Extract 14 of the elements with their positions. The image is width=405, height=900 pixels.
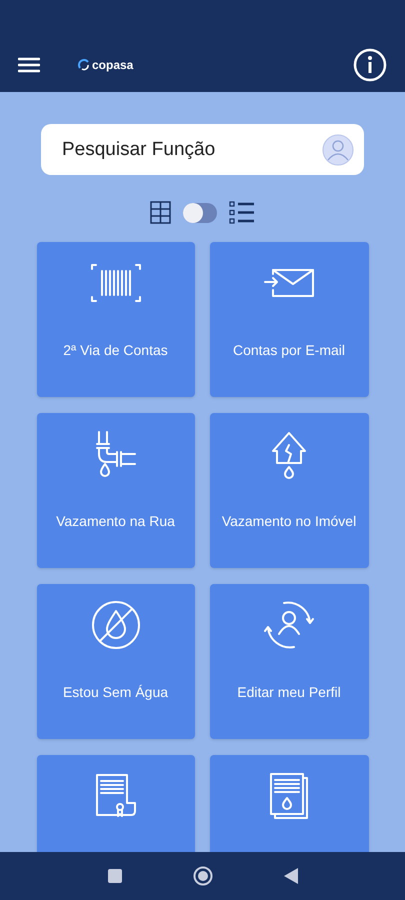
function-tile[interactable]: Vazamento na Rua [36, 413, 194, 568]
tile-label: Editar meu Perfil [237, 683, 341, 702]
tile-label: Vazamento no Imóvel [222, 512, 356, 531]
function-tile[interactable]: Estou Sem Água [36, 584, 194, 739]
function-tile[interactable]: Vazamento no Imóvel [210, 413, 368, 568]
tile-label: Vazamento na Rua [56, 512, 175, 531]
tile-label: Estou Sem Água [62, 683, 168, 702]
function-tile[interactable]: Contas por E-mail [210, 242, 368, 397]
function-tile[interactable]: 2ª Via de Contas [36, 242, 194, 397]
brand-logo: copasa [92, 57, 134, 74]
tile-label: 2ª Via de Contas [63, 341, 168, 360]
tile-label: Contas por E-mail [232, 341, 346, 360]
function-tile[interactable]: Editar meu Perfil [210, 584, 368, 739]
search-field[interactable]: Pesquisar Função [41, 124, 364, 175]
